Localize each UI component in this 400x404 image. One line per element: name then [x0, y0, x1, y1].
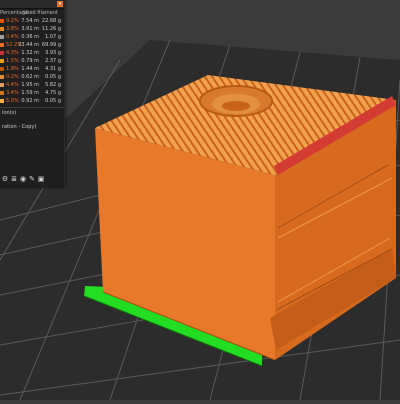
length: 1.95 m: [21, 81, 39, 88]
pct: 1.9%: [6, 65, 19, 72]
collapse-icon[interactable]: ▾: [57, 1, 63, 7]
color-swatch: [0, 99, 4, 103]
legend-row[interactable]: 4.4% 1.95 m 5.82 g: [0, 81, 64, 89]
length: 0.92 m: [21, 97, 39, 104]
header-used-filament: Used filament: [23, 10, 58, 16]
color-swatch: [0, 51, 4, 55]
length: 1.32 m: [21, 49, 39, 56]
legend-row[interactable]: 0.4% 0.36 m 1.07 g: [0, 33, 64, 41]
color-swatch: [0, 75, 4, 79]
gear-icon[interactable]: ⚙: [1, 175, 9, 183]
pct: 4.4%: [6, 81, 19, 88]
weight: 2.37 g: [45, 57, 61, 64]
legend-row[interactable]: 1.5% 0.79 m 2.37 g: [0, 57, 64, 65]
length: 7.54 m: [21, 17, 39, 24]
pct: 4.3%: [6, 49, 19, 56]
legend-row[interactable]: 4.3% 1.32 m 3.93 g: [0, 49, 64, 57]
legend-row[interactable]: 9.2% 7.54 m 22.68 g: [0, 17, 64, 25]
color-swatch: [0, 35, 4, 39]
color-swatch: [0, 27, 4, 31]
legend-row[interactable]: 0.2% 0.62 m 0.05 g: [0, 73, 64, 81]
length: 0.36 m: [21, 33, 39, 40]
color-swatch: [0, 67, 4, 71]
color-swatch: [0, 91, 4, 95]
pct: 9.2%: [6, 17, 19, 24]
weight: 3.93 g: [45, 49, 61, 56]
color-swatch: [0, 59, 4, 63]
length: 3.91 m: [21, 25, 39, 32]
length: 1.59 m: [21, 89, 39, 96]
length: 0.62 m: [21, 73, 39, 80]
legend-row[interactable]: 3.8% 3.91 m 11.26 g: [0, 25, 64, 33]
weight: 69.99 g: [41, 41, 61, 48]
pct: 52.2%: [6, 41, 22, 48]
pct: 3.4%: [6, 89, 19, 96]
legend-extra-2: [0, 117, 64, 124]
legend-panel: ▾ Percentage Used filament 9.2% 7.54 m 2…: [0, 0, 65, 188]
legend-divider: [0, 107, 64, 108]
pct: 0.4%: [6, 33, 19, 40]
top-hole-inner2: [222, 101, 250, 111]
legend-row[interactable]: 3.4% 1.59 m 4.75 g: [0, 89, 64, 97]
pct: 3.8%: [6, 25, 19, 32]
weight: 4.75 g: [45, 89, 61, 96]
color-swatch: [0, 19, 4, 23]
pct: 5.0%: [6, 97, 19, 104]
weight: 0.05 g: [45, 97, 61, 104]
legend-row[interactable]: 5.0% 0.92 m 0.05 g: [0, 97, 64, 105]
legend-icons: ⚙ ≣ ◉ ✎ ▣: [1, 175, 46, 183]
weight: 22.68 g: [41, 17, 61, 24]
layers-icon[interactable]: ≣: [10, 175, 18, 183]
header-percentage: Percentage: [0, 10, 29, 16]
length: 0.79 m: [21, 57, 39, 64]
weight: 4.31 g: [45, 65, 61, 72]
weight: 5.82 g: [45, 81, 61, 88]
length: 23.44 m: [18, 41, 39, 48]
color-swatch: [0, 43, 4, 47]
pct: 0.2%: [6, 73, 19, 80]
eye-icon[interactable]: ◉: [19, 175, 27, 183]
legend-row[interactable]: 52.2% 23.44 m 69.99 g: [0, 41, 64, 49]
legend-row[interactable]: 1.9% 1.44 m 4.31 g: [0, 65, 64, 73]
length: 1.44 m: [21, 65, 39, 72]
color-swatch: [0, 83, 4, 87]
legend-extra-3: ration - Copy): [2, 124, 37, 130]
legend-header: Percentage Used filament: [0, 9, 64, 17]
weight: 1.07 g: [45, 33, 61, 40]
pct: 1.5%: [6, 57, 19, 64]
tool-icon[interactable]: ✎: [28, 175, 36, 183]
cube-icon[interactable]: ▣: [37, 175, 45, 183]
legend-topbar: ▾: [0, 0, 64, 9]
3d-viewport[interactable]: ▾ Percentage Used filament 9.2% 7.54 m 2…: [0, 0, 400, 401]
weight: 0.05 g: [45, 73, 61, 80]
weight: 11.26 g: [41, 25, 61, 32]
legend-extra-1: Ion(s): [2, 110, 17, 116]
